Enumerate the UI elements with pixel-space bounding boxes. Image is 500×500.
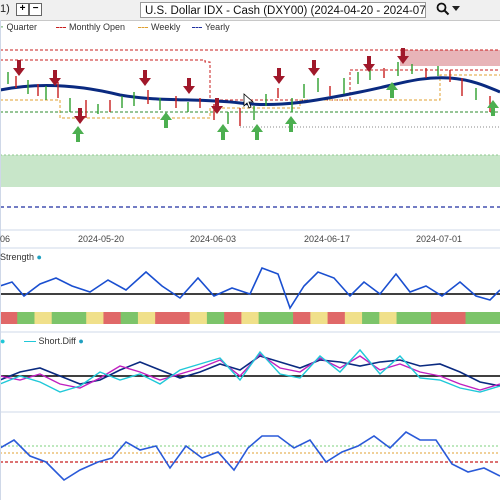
date-label-2: 2024-05-20 bbox=[78, 234, 125, 244]
strength-pane-label: Strength ● bbox=[0, 252, 42, 262]
strength-segment bbox=[482, 312, 500, 324]
strength-segment bbox=[293, 312, 311, 324]
strength-segment bbox=[189, 312, 208, 324]
strength-segment bbox=[17, 312, 35, 324]
strength-segment bbox=[379, 312, 398, 324]
strength-segment bbox=[86, 312, 104, 324]
strength-segment bbox=[68, 312, 87, 324]
strength-segment bbox=[431, 312, 449, 324]
short-diff-cyan-line bbox=[0, 348, 500, 393]
bottom-oscillator-line bbox=[0, 431, 500, 482]
strength-segment bbox=[310, 312, 329, 324]
strength-line bbox=[0, 266, 500, 310]
strength-segment bbox=[413, 312, 432, 324]
strength-segment bbox=[172, 312, 191, 324]
strength-segment bbox=[465, 312, 484, 324]
date-label-4: 2024-06-17 bbox=[304, 234, 351, 244]
short-diff-dark-line bbox=[0, 355, 500, 387]
strength-segment bbox=[224, 312, 242, 324]
strength-segment bbox=[103, 312, 122, 324]
date-label-3: 2024-06-03 bbox=[190, 234, 237, 244]
price-chart[interactable] bbox=[0, 0, 500, 500]
strength-segment bbox=[34, 312, 53, 324]
strength-segment bbox=[120, 312, 139, 324]
resistance-zone bbox=[400, 50, 500, 66]
strength-segment bbox=[258, 312, 277, 324]
short-diff-magenta-line bbox=[0, 353, 500, 391]
mouse-cursor-icon bbox=[243, 93, 255, 109]
support-zone bbox=[0, 155, 500, 187]
strength-segment bbox=[51, 312, 70, 324]
strength-segment bbox=[137, 312, 156, 324]
strength-segment bbox=[0, 312, 18, 324]
strength-segment bbox=[206, 312, 225, 324]
date-label-5: 2024-07-01 bbox=[416, 234, 463, 244]
date-label-1: 06 bbox=[0, 234, 11, 244]
strength-segment bbox=[241, 312, 260, 324]
strength-segment bbox=[155, 312, 173, 324]
strength-segment bbox=[396, 312, 415, 324]
strength-color-bar bbox=[0, 312, 500, 324]
strength-segment bbox=[275, 312, 294, 324]
strength-segment bbox=[327, 312, 346, 324]
strength-segment bbox=[362, 312, 380, 324]
strength-segment bbox=[344, 312, 363, 324]
strength-segment bbox=[448, 312, 467, 324]
short-diff-pane-label: ● Short.Diff ● bbox=[0, 336, 84, 346]
